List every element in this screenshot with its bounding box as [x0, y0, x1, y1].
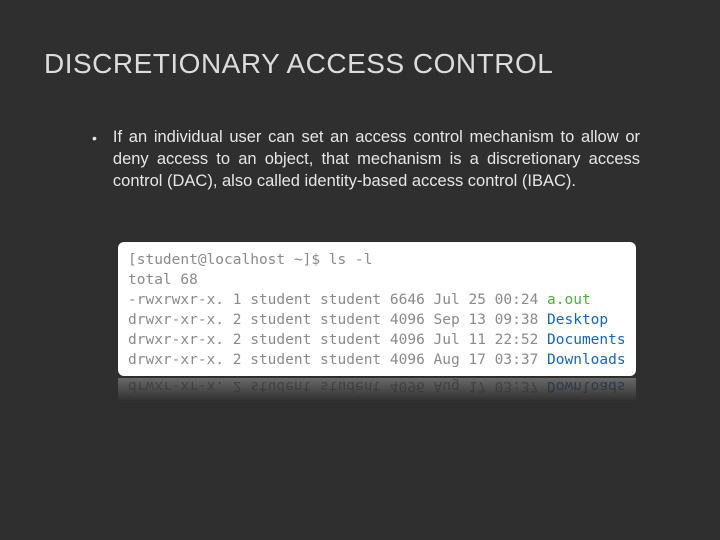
terminal-reflection: drwxr-xr-x. 2 student student 4096 Aug 1… [118, 378, 636, 404]
bullet-text: If an individual user can set an access … [113, 126, 640, 192]
bullet-item: • If an individual user can set an acces… [92, 126, 640, 192]
terminal-screenshot: [student@localhost ~]$ ls -l total 68 -r… [118, 242, 636, 404]
bullet-dot-icon: • [92, 127, 97, 149]
terminal-body: [student@localhost ~]$ ls -l total 68 -r… [118, 242, 636, 376]
slide: DISCRETIONARY ACCESS CONTROL • If an ind… [0, 0, 720, 540]
slide-title: DISCRETIONARY ACCESS CONTROL [44, 48, 680, 80]
